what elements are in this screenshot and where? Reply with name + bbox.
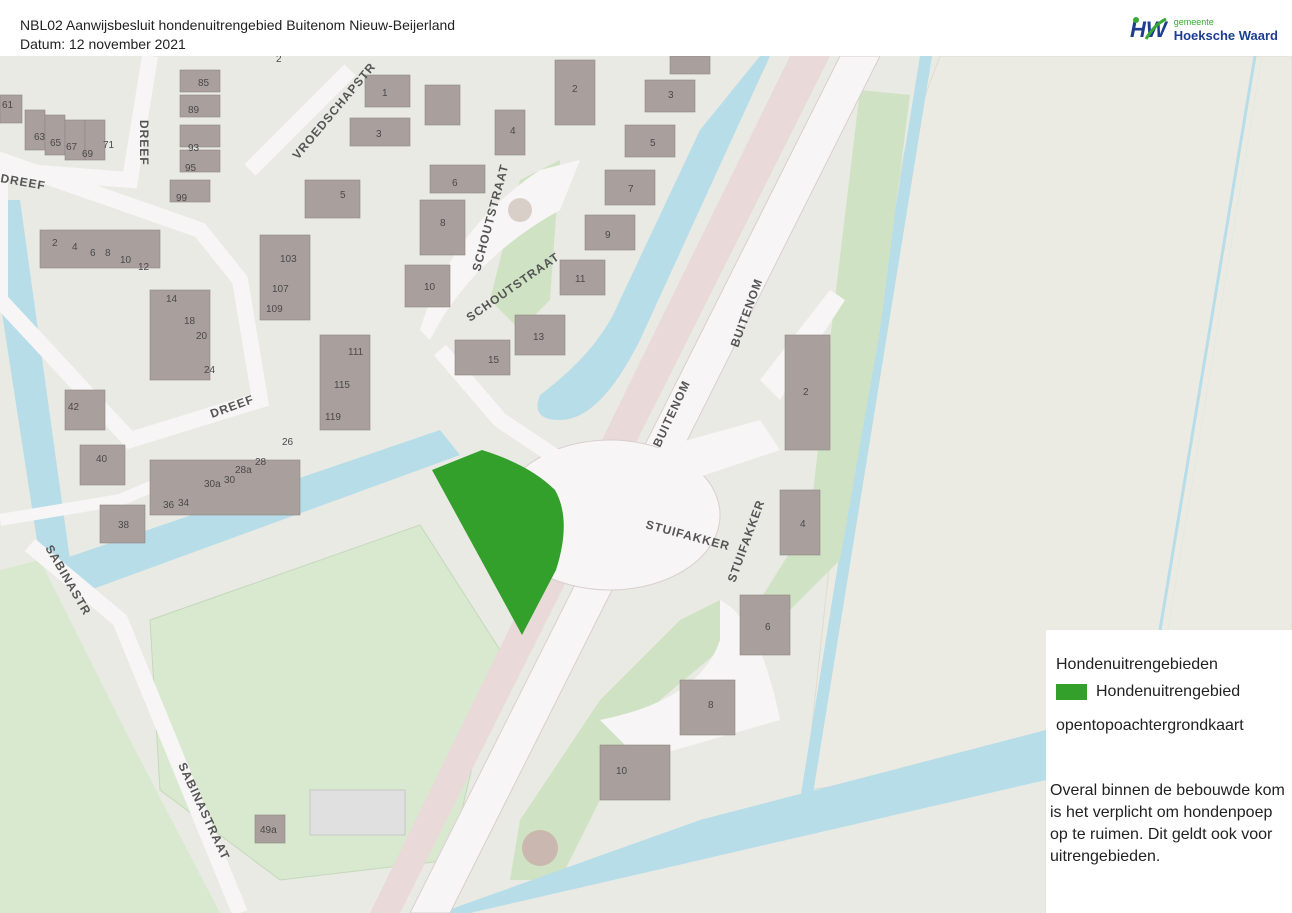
house-number: 4	[800, 519, 806, 530]
legend-swatch-dog-area	[1056, 684, 1087, 700]
building	[599, 744, 671, 801]
house-number: 8	[105, 248, 111, 259]
house-number: 13	[533, 332, 545, 343]
house-number: 36	[163, 500, 175, 511]
house-number: 3	[668, 90, 674, 101]
house-number: 6	[765, 622, 771, 633]
house-number: 8	[440, 218, 446, 229]
building	[179, 94, 221, 118]
house-number: 40	[96, 454, 108, 465]
street-label-dreef-1: DREEF	[137, 120, 151, 166]
logo-mark-icon: HW	[1130, 17, 1168, 42]
house-number: 14	[166, 294, 178, 305]
house-number: 3	[376, 129, 382, 140]
house-number: 2	[52, 238, 58, 249]
house-number: 30	[224, 475, 236, 486]
house-number: 8	[708, 700, 714, 711]
house-number: 107	[272, 284, 289, 295]
house-number: 28a	[235, 465, 252, 476]
house-number: 6	[90, 248, 96, 259]
municipality-logo: HW gemeente Hoeksche Waard	[1128, 14, 1278, 46]
building	[424, 84, 461, 126]
map-date: Datum: 12 november 2021	[20, 36, 186, 52]
house-number: 10	[424, 282, 436, 293]
house-number: 95	[185, 163, 197, 174]
house-number: 5	[340, 190, 346, 201]
house-number: 111	[348, 347, 364, 358]
house-number: 109	[266, 304, 283, 315]
house-number: 4	[72, 242, 78, 253]
house-number: 11	[575, 274, 586, 285]
house-number: 18	[184, 316, 196, 327]
building	[79, 444, 126, 486]
legend-item-label: Hondenuitrengebied	[1096, 683, 1241, 700]
house-number: 34	[178, 498, 190, 509]
house-number: 63	[34, 132, 46, 143]
house-number: 6	[452, 178, 458, 189]
house-number: 2	[572, 84, 578, 95]
house-number: 28	[255, 457, 267, 468]
house-number: 49a	[260, 825, 277, 836]
house-number: 85	[198, 78, 210, 89]
house-number: 12	[138, 262, 150, 273]
building	[454, 339, 511, 376]
house-number: 24	[204, 365, 216, 376]
house-number: 119	[325, 412, 341, 423]
building	[179, 124, 221, 148]
house-number: 89	[188, 105, 200, 116]
house-number: 115	[334, 380, 350, 391]
house-number: 2	[276, 56, 282, 65]
sports-building	[309, 789, 406, 836]
house-number: 5	[650, 138, 656, 149]
legend-basemap-label: opentopoachtergrondkaart	[1056, 717, 1244, 734]
house-number: 61	[2, 100, 14, 111]
house-number: 10	[616, 766, 628, 777]
logo-name: Hoeksche Waard	[1173, 28, 1278, 43]
building	[44, 114, 66, 156]
house-number: 20	[196, 331, 208, 342]
house-number: 26	[282, 437, 294, 448]
house-number: 67	[66, 142, 78, 153]
map-title: NBL02 Aanwijsbesluit hondenuitrengebied …	[20, 17, 456, 33]
house-number: 4	[510, 126, 516, 137]
roundabout-feature	[508, 198, 532, 222]
logo-text: gemeente Hoeksche Waard	[1173, 17, 1278, 43]
house-number: 103	[280, 254, 297, 265]
logo-small-text: gemeente	[1173, 17, 1214, 27]
house-number: 9	[605, 230, 611, 241]
house-number: 99	[176, 193, 188, 204]
legend-note: Overal binnen de bebouwde kom is het ver…	[1050, 782, 1285, 865]
water-tower	[522, 830, 558, 866]
house-number: 2	[803, 387, 809, 398]
house-number: 65	[50, 138, 62, 149]
house-number: 1	[382, 88, 388, 99]
house-number: 93	[188, 143, 200, 154]
house-number: 15	[488, 355, 500, 366]
building	[669, 56, 711, 75]
building	[24, 109, 46, 151]
house-number: 69	[82, 149, 94, 160]
house-number: 38	[118, 520, 130, 531]
building	[304, 179, 361, 219]
house-number: 71	[103, 140, 115, 151]
map-legend: Hondenuitrengebieden Hondenuitrengebied …	[1046, 630, 1292, 913]
house-number: 30a	[204, 479, 221, 490]
house-number: 42	[68, 402, 80, 413]
house-number: 10	[120, 255, 132, 266]
map-header: NBL02 Aanwijsbesluit hondenuitrengebied …	[0, 0, 1292, 57]
house-number: 7	[628, 184, 634, 195]
legend-heading: Hondenuitrengebieden	[1056, 656, 1218, 673]
